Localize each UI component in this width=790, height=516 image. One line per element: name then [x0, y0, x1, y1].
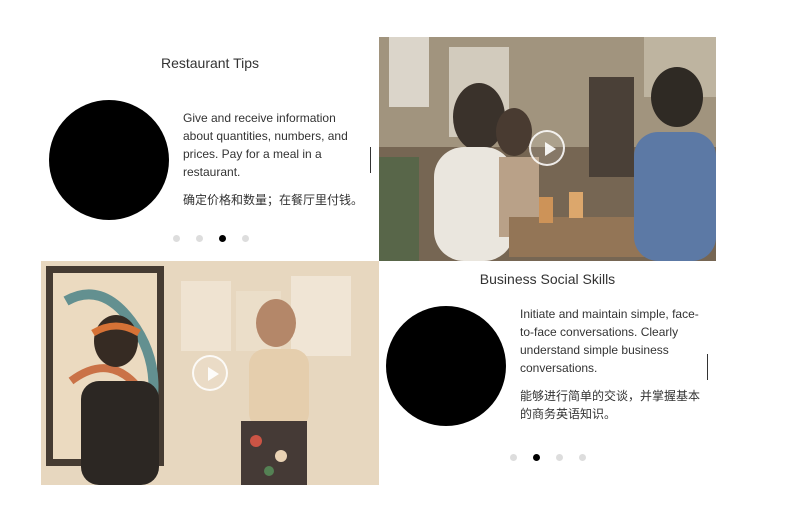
carousel-dots[interactable]: [173, 235, 249, 242]
carousel-dot-1[interactable]: [510, 454, 517, 461]
carousel-dot-3[interactable]: [219, 235, 226, 242]
avatar-circle: [386, 306, 506, 426]
avatar-circle: [49, 100, 169, 220]
description-chinese: 能够进行简单的交谈，并掌握基本的商务英语知识。: [520, 389, 701, 421]
carousel-dot-3[interactable]: [556, 454, 563, 461]
carousel-edge: [370, 147, 371, 173]
carousel-dot-2[interactable]: [196, 235, 203, 242]
description-english: Give and receive information about quant…: [183, 111, 348, 179]
carousel-dot-4[interactable]: [242, 235, 249, 242]
carousel-edge: [707, 354, 708, 380]
card-title: Business Social Skills: [479, 271, 616, 287]
business-social-skills-card: Business Social Skills Initiate and main…: [379, 261, 716, 485]
description-chinese: 确定价格和数量；在餐厅里付钱。: [183, 193, 364, 207]
card-title: Restaurant Tips: [160, 55, 260, 71]
restaurant-tips-card: Restaurant Tips Give and receive informa…: [41, 37, 379, 261]
restaurant-video-thumbnail[interactable]: [379, 37, 716, 261]
business-video-thumbnail[interactable]: [41, 261, 379, 485]
description-english: Initiate and maintain simple, face-to-fa…: [520, 307, 699, 375]
carousel-dot-4[interactable]: [579, 454, 586, 461]
play-icon[interactable]: [529, 130, 565, 166]
carousel-dots[interactable]: [510, 454, 586, 461]
carousel-dot-2[interactable]: [533, 454, 540, 461]
carousel-dot-1[interactable]: [173, 235, 180, 242]
play-icon[interactable]: [192, 355, 228, 391]
